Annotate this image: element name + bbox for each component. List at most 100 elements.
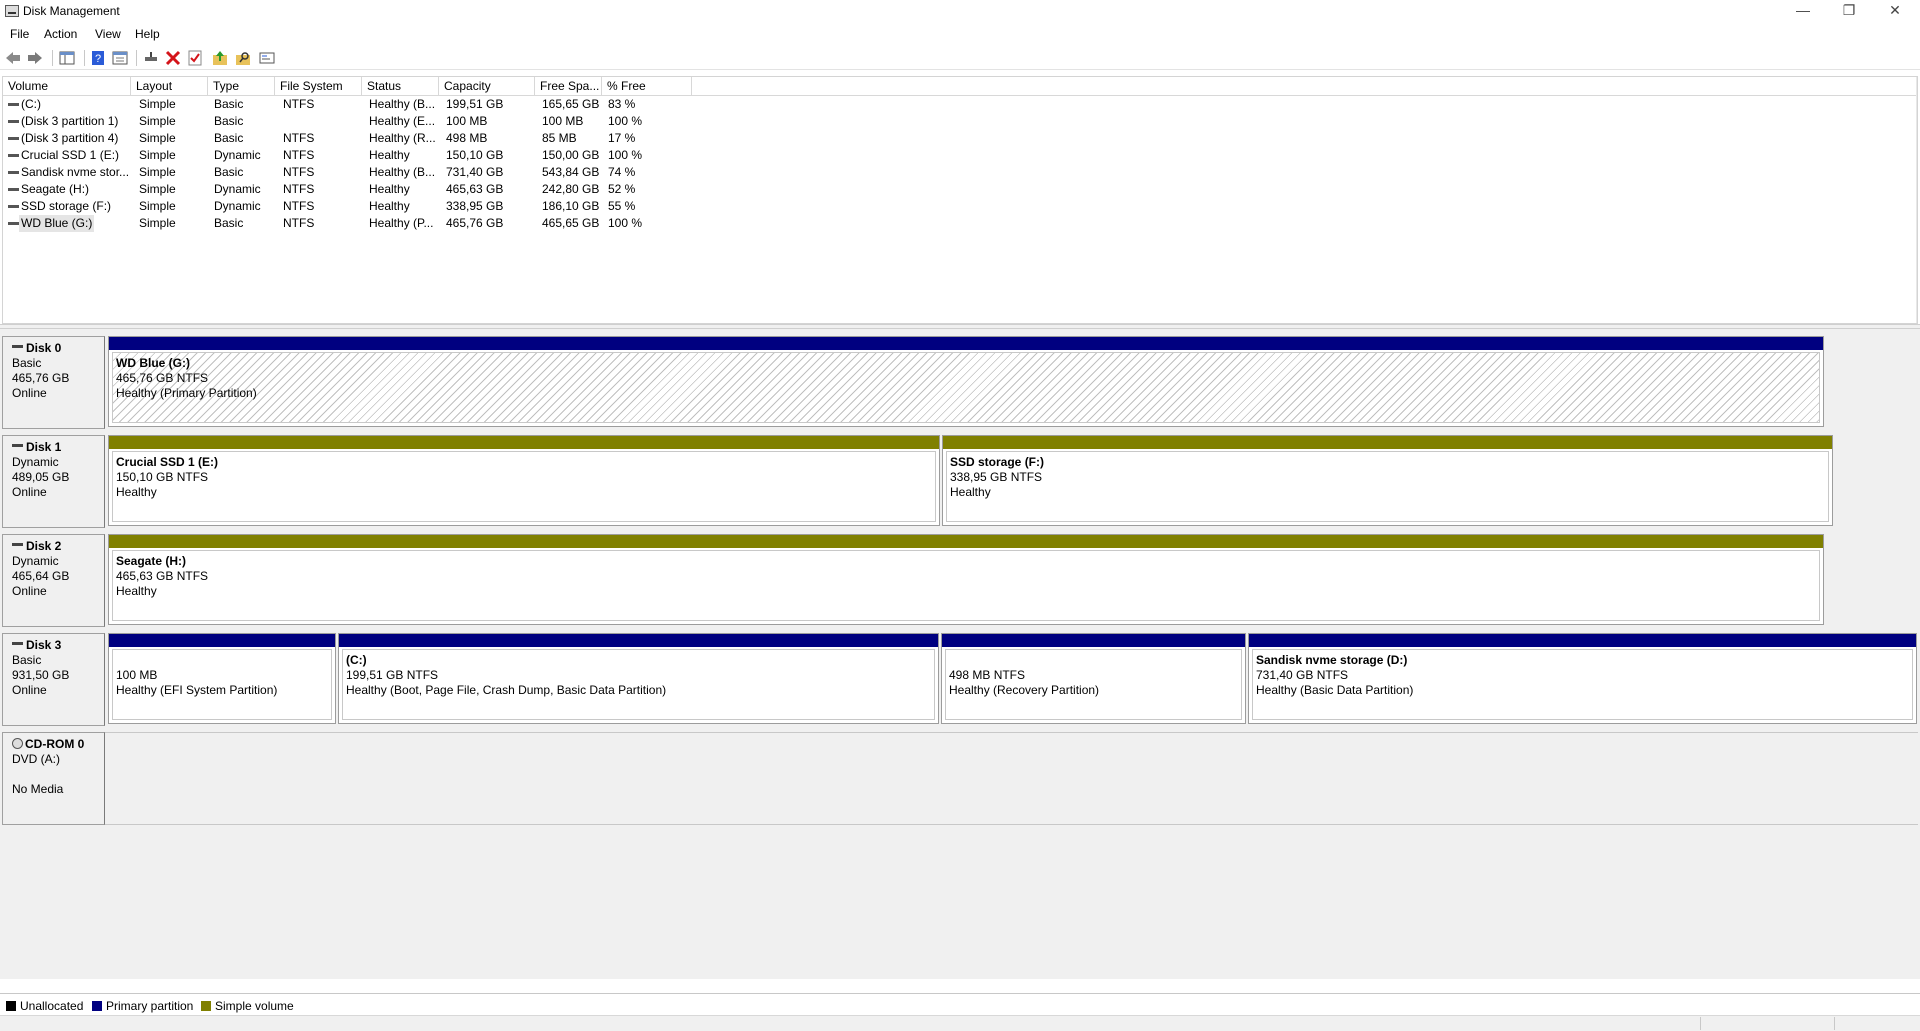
cdrom-info[interactable]: CD-ROM 0 DVD (A:) No Media bbox=[2, 732, 105, 825]
legend-swatch bbox=[92, 1000, 102, 1011]
volume-percent-free: 17 % bbox=[608, 131, 636, 145]
check-icon[interactable] bbox=[186, 49, 204, 67]
column-header-type[interactable]: Type bbox=[208, 77, 275, 95]
menu-file[interactable]: File bbox=[10, 27, 29, 41]
close-button[interactable]: ✕ bbox=[1872, 0, 1918, 22]
disk-row: Disk 2 Dynamic 465,64 GB Online Seagate (H:)… bbox=[2, 534, 1918, 627]
volume-free-space: 165,65 GB bbox=[542, 97, 600, 111]
partition-type-bar bbox=[943, 436, 1832, 449]
partition-status: Healthy (Basic Data Partition) bbox=[1256, 683, 1414, 697]
column-header-file-system[interactable]: File System bbox=[275, 77, 362, 95]
partition-body: WD Blue (G:) 465,76 GB NTFS Healthy (Prima… bbox=[112, 352, 1820, 423]
partition-body: SSD storage (F:) 338,95 GB NTFS Healthy bbox=[946, 451, 1829, 522]
disk-row: Disk 1 Dynamic 489,05 GB Online Crucial SSD … bbox=[2, 435, 1918, 528]
disk-name-label: Disk 0 bbox=[26, 341, 62, 355]
column-header-percent-free[interactable]: % Free bbox=[602, 77, 692, 95]
cdrom-name: CD-ROM 0 bbox=[12, 737, 104, 752]
menu-view[interactable]: View bbox=[95, 27, 121, 41]
partition-block[interactable]: Crucial SSD 1 (E:) 150,10 GB NTFS Healthy bbox=[108, 435, 940, 526]
volume-type: Dynamic bbox=[214, 199, 261, 213]
partition-body: Crucial SSD 1 (E:) 150,10 GB NTFS Healthy bbox=[112, 451, 936, 522]
disk-size: 465,64 GB bbox=[12, 569, 70, 583]
partition-title bbox=[116, 653, 331, 668]
connect-disk-icon[interactable] bbox=[142, 49, 160, 67]
partition-title: Sandisk nvme storage (D:) bbox=[1256, 653, 1408, 667]
delete-icon[interactable] bbox=[164, 49, 182, 67]
volume-row[interactable]: (C:) Simple Basic NTFS Healthy (B... 199,51 G… bbox=[3, 96, 1917, 113]
volume-percent-free: 100 % bbox=[608, 216, 643, 230]
disk-row: Disk 3 Basic 931,50 GB Online 100 MB Healthy … bbox=[2, 633, 1918, 726]
partition-title bbox=[949, 653, 1241, 668]
disk-name-label: Disk 1 bbox=[26, 440, 62, 454]
volume-row[interactable]: Sandisk nvme stor... Simple Basic NTFS Healt… bbox=[3, 164, 1917, 181]
partition-size: 100 MB bbox=[116, 668, 158, 682]
volume-capacity: 150,10 GB bbox=[446, 148, 504, 162]
help-icon[interactable]: ? bbox=[89, 49, 107, 67]
column-header-volume[interactable]: Volume bbox=[3, 77, 131, 95]
volume-type: Basic bbox=[214, 131, 244, 145]
volume-row[interactable]: (Disk 3 partition 4) Simple Basic NTFS Healt… bbox=[3, 130, 1917, 147]
status-bar bbox=[0, 1015, 1920, 1031]
volume-icon bbox=[8, 137, 19, 140]
folder-up-icon[interactable] bbox=[211, 49, 229, 67]
forward-arrow-icon[interactable] bbox=[26, 49, 44, 67]
cdrom-name-label: CD-ROM 0 bbox=[25, 737, 85, 751]
volume-percent-free: 55 % bbox=[608, 199, 636, 213]
legend-swatch bbox=[201, 1000, 211, 1011]
disk-graphical-view: Disk 0 Basic 465,76 GB Online WD Blue (G:) 46… bbox=[0, 329, 1920, 979]
column-header-free-space[interactable]: Free Spa... bbox=[535, 77, 602, 95]
search-folder-icon[interactable] bbox=[234, 49, 252, 67]
partition-block[interactable]: WD Blue (G:) 465,76 GB NTFS Healthy (Prima… bbox=[108, 336, 1824, 427]
menu-help[interactable]: Help bbox=[135, 27, 160, 41]
properties-icon[interactable] bbox=[111, 49, 129, 67]
volume-status: Healthy (P... bbox=[369, 216, 434, 230]
volume-file-system: NTFS bbox=[283, 148, 315, 162]
cdrom-empty-area bbox=[105, 732, 1918, 825]
partition-title: Crucial SSD 1 (E:) bbox=[116, 455, 219, 469]
volume-list[interactable]: Volume Layout Type File System Status Ca… bbox=[2, 76, 1918, 324]
disk-info-1[interactable]: Disk 1 Dynamic 489,05 GB Online bbox=[2, 435, 105, 528]
partition-block[interactable]: (C:) 199,51 GB NTFS Healthy (Boot, Page Fi… bbox=[338, 633, 939, 724]
restore-button[interactable]: ❐ bbox=[1826, 0, 1872, 22]
partition-title: SSD storage (F:) bbox=[950, 455, 1045, 469]
volume-name: (C:) bbox=[21, 97, 41, 111]
partition-block[interactable]: 498 MB NTFS Healthy (Recovery Partition) bbox=[941, 633, 1246, 724]
partition-type-bar bbox=[109, 337, 1823, 350]
volume-row[interactable]: Seagate (H:) Simple Dynamic NTFS Healthy 465,… bbox=[3, 181, 1917, 198]
volume-capacity: 731,40 GB bbox=[446, 165, 504, 179]
settings-icon[interactable] bbox=[258, 49, 276, 67]
volume-row[interactable]: Crucial SSD 1 (E:) Simple Dynamic NTFS Healt… bbox=[3, 147, 1917, 164]
volume-row[interactable]: (Disk 3 partition 1) Simple Basic Healthy (… bbox=[3, 113, 1917, 130]
partition-status: Healthy bbox=[116, 485, 157, 499]
disk-info-3[interactable]: Disk 3 Basic 931,50 GB Online bbox=[2, 633, 105, 726]
volume-capacity: 465,76 GB bbox=[446, 216, 504, 230]
volume-name: WD Blue (G:) bbox=[19, 215, 95, 232]
legend-label: Simple volume bbox=[215, 999, 294, 1013]
volume-free-space: 150,00 GB bbox=[542, 148, 600, 162]
partition-type-bar bbox=[339, 634, 938, 647]
disk-info-0[interactable]: Disk 0 Basic 465,76 GB Online bbox=[2, 336, 105, 429]
volume-row[interactable]: WD Blue (G:) Simple Basic NTFS Healthy (P...… bbox=[3, 215, 1917, 232]
disk-icon bbox=[12, 345, 23, 349]
volume-free-space: 465,65 GB bbox=[542, 216, 600, 230]
back-arrow-icon[interactable] bbox=[4, 49, 22, 67]
console-tree-icon[interactable] bbox=[58, 49, 76, 67]
partition-block[interactable]: Sandisk nvme storage (D:) 731,40 GB NTFS H… bbox=[1248, 633, 1917, 724]
partition-block[interactable]: 100 MB Healthy (EFI System Partition) bbox=[108, 633, 336, 724]
volume-icon bbox=[8, 188, 19, 191]
menu-action[interactable]: Action bbox=[44, 27, 77, 41]
disk-row: Disk 0 Basic 465,76 GB Online WD Blue (G:) 46… bbox=[2, 336, 1918, 429]
volume-row[interactable]: SSD storage (F:) Simple Dynamic NTFS Healthy… bbox=[3, 198, 1917, 215]
partition-status: Healthy (Recovery Partition) bbox=[949, 683, 1100, 697]
disk-info-2[interactable]: Disk 2 Dynamic 465,64 GB Online bbox=[2, 534, 105, 627]
partition-block[interactable]: SSD storage (F:) 338,95 GB NTFS Healthy bbox=[942, 435, 1833, 526]
partition-body: Sandisk nvme storage (D:) 731,40 GB NTFS H… bbox=[1252, 649, 1913, 720]
volume-list-body: (C:) Simple Basic NTFS Healthy (B... 199,51 G… bbox=[3, 96, 1917, 232]
column-header-capacity[interactable]: Capacity bbox=[439, 77, 535, 95]
column-header-layout[interactable]: Layout bbox=[131, 77, 208, 95]
partition-block[interactable]: Seagate (H:) 465,63 GB NTFS Healthy bbox=[108, 534, 1824, 625]
volume-layout: Simple bbox=[139, 97, 176, 111]
minimize-button[interactable]: — bbox=[1780, 0, 1826, 22]
partition-status: Healthy (Boot, Page File, Crash Dump, Ba… bbox=[346, 683, 667, 697]
column-header-status[interactable]: Status bbox=[362, 77, 439, 95]
